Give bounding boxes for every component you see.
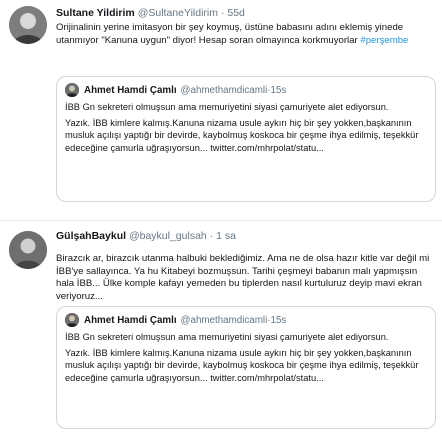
tweet-content: Sultane Yildirim @SultaneYildirim · 55d …: [56, 6, 432, 47]
tweet-content: GülşahBaykul @baykul_gulsah · 1 sa Biraz…: [56, 229, 432, 303]
quoted-author-name: Ahmet Hamdi Çamlı: [84, 314, 177, 326]
quoted-tweet[interactable]: Ahmet Hamdi Çamlı @ahmethamdicamli · 15s…: [56, 306, 436, 429]
hashtag-link[interactable]: #perşembe: [360, 35, 408, 46]
quoted-tweet-header: Ahmet Hamdi Çamlı @ahmethamdicamli · 15s: [65, 313, 427, 327]
avatar-image: [9, 6, 47, 44]
tweet[interactable]: GülşahBaykul @baykul_gulsah · 1 sa Biraz…: [0, 221, 442, 437]
avatar[interactable]: [9, 6, 47, 44]
tweet-header: GülşahBaykul @baykul_gulsah · 1 sa: [56, 229, 432, 243]
quoted-paragraph: Yazık. İBB kimlere kalmış.Kanuna nizama …: [65, 348, 419, 383]
avatar-image: [9, 231, 47, 269]
quoted-avatar: [65, 83, 79, 97]
tweet-time[interactable]: 1 sa: [216, 230, 236, 242]
tweet-text-body: Orijinalinin yerine imitasyon bir şey ko…: [56, 22, 404, 46]
quoted-tweet-text: İBB Gn sekreteri olmuşsun ama memuriyeti…: [65, 101, 427, 154]
separator-dot: ·: [220, 7, 225, 19]
quoted-tweet-time: 15s: [270, 84, 287, 96]
separator-dot: ·: [209, 230, 214, 242]
quoted-paragraph: İBB Gn sekreteri olmuşsun ama memuriyeti…: [65, 102, 389, 112]
quoted-tweet-text: İBB Gn sekreteri olmuşsun ama memuriyeti…: [65, 331, 427, 423]
tweet[interactable]: Sultane Yildirim @SultaneYildirim · 55d …: [0, 0, 442, 221]
quoted-avatar: [65, 313, 79, 327]
quoted-paragraph: İBB Gn sekreteri olmuşsun ama memuriyeti…: [65, 332, 389, 342]
avatar[interactable]: [9, 231, 47, 269]
quoted-paragraph: Yazık. İBB kimlere kalmış.Kanuna nizama …: [65, 118, 419, 153]
quoted-tweet-header: Ahmet Hamdi Çamlı @ahmethamdicamli · 15s: [65, 83, 427, 97]
author-name[interactable]: GülşahBaykul: [56, 230, 126, 242]
author-name[interactable]: Sultane Yildirim: [56, 7, 135, 19]
tweet-text: Orijinalinin yerine imitasyon bir şey ko…: [56, 22, 432, 47]
quoted-tweet[interactable]: Ahmet Hamdi Çamlı @ahmethamdicamli · 15s…: [56, 76, 436, 202]
quoted-author-handle: @ahmethamdicamli: [180, 314, 268, 326]
quoted-tweet-time: 15s: [270, 314, 287, 326]
author-handle[interactable]: @SultaneYildirim: [138, 7, 218, 19]
tweet-text: Birazcık ar, birazcık utanma halbuki bek…: [56, 253, 430, 302]
author-handle[interactable]: @baykul_gulsah: [129, 230, 207, 242]
quoted-author-handle: @ahmethamdicamli: [180, 84, 268, 96]
quoted-author-name: Ahmet Hamdi Çamlı: [84, 84, 177, 96]
tweet-time[interactable]: 55d: [227, 7, 245, 19]
tweet-header: Sultane Yildirim @SultaneYildirim · 55d: [56, 6, 432, 20]
